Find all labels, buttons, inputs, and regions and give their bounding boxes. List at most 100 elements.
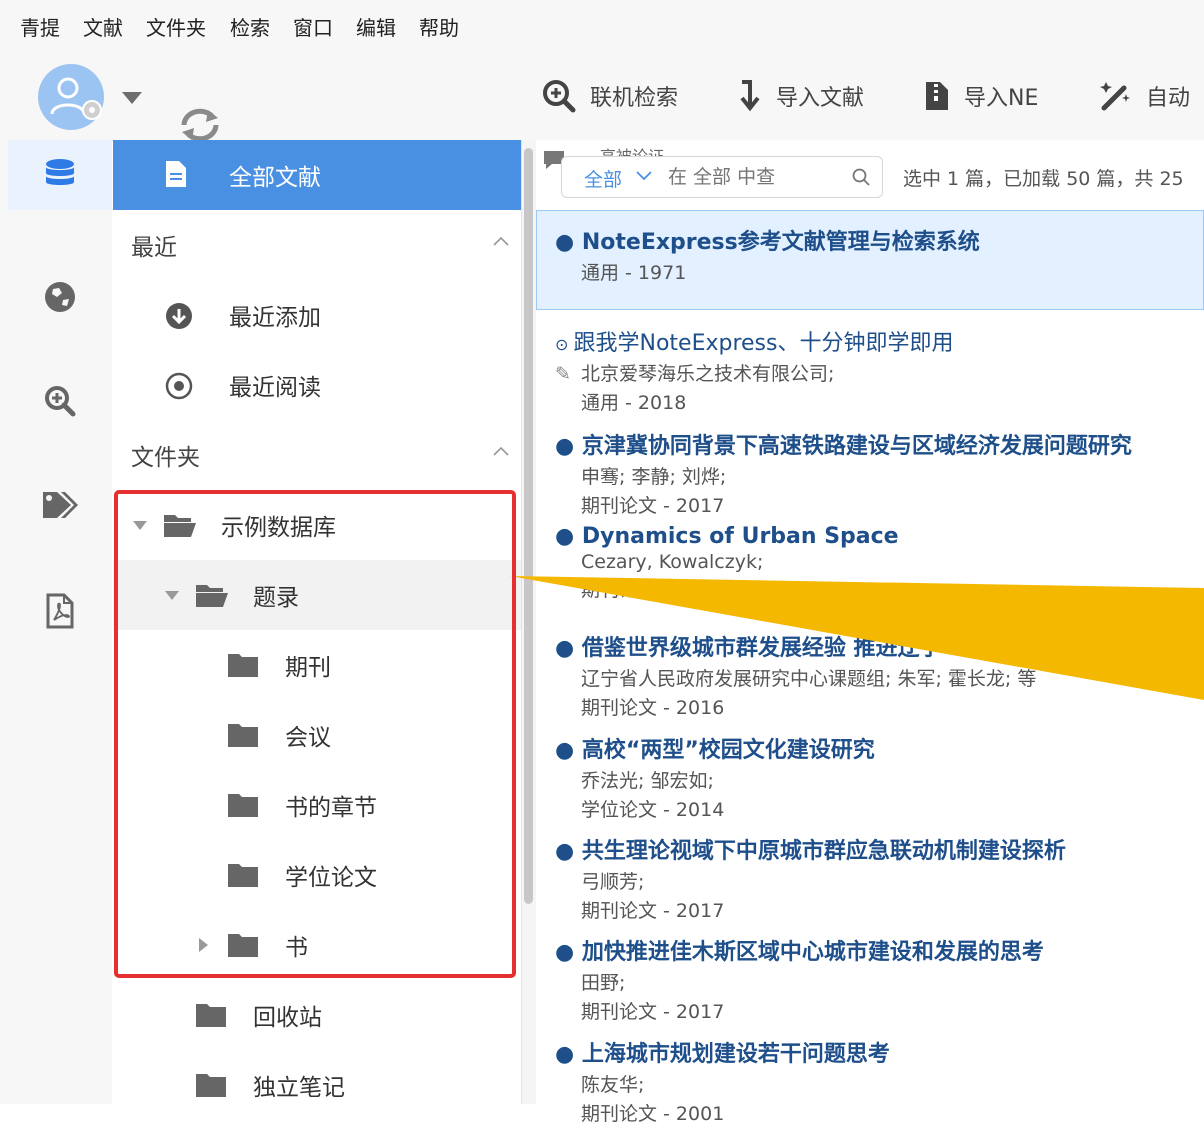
- entry-authors: 乔法光; 邹宏如;: [581, 770, 714, 792]
- zoom-search-icon: [543, 80, 576, 113]
- section-recent-header[interactable]: 最近: [113, 210, 521, 280]
- download-circle-icon: [166, 303, 192, 329]
- caret-down-icon[interactable]: [122, 92, 142, 104]
- search-icon[interactable]: [852, 168, 870, 186]
- list-item[interactable]: ● 共生理论视域下中原城市群应急联动机制建设探析 弓顺芳; 期刊论文 - 201…: [555, 833, 1204, 923]
- list-item[interactable]: ● 京津冀协同背景下高速铁路建设与区域经济发展问题研究 申骞; 李静; 刘烨; …: [555, 428, 1204, 518]
- filter-select[interactable]: 全部: [584, 165, 622, 192]
- list-item[interactable]: ● 上海城市规划建设若干问题思考 陈友华; 期刊论文 - 2001: [555, 1036, 1204, 1126]
- entry-authors-row: ✎ 北京爱琴海乐之技术有限公司;: [555, 363, 835, 385]
- entry-title: ⊙ 跟我学NoteExpress、十分钟即学即用: [555, 331, 954, 356]
- entry-title: ● 借鉴世界级城市群发展经验 推进辽宁: [555, 636, 942, 661]
- bullet-icon: ●: [555, 434, 582, 459]
- user-icon: [50, 77, 102, 120]
- status-text: 选中 1 篇，已加载 50 篇，共 25: [903, 168, 1184, 190]
- entry-title: ● NoteExpress参考文献管理与检索系统: [555, 230, 980, 255]
- menu-search[interactable]: 检索: [230, 12, 270, 41]
- tree-item-label: 学位论文: [285, 865, 377, 891]
- tree-item-label: 回收站: [253, 1005, 322, 1031]
- sync-icon[interactable]: [178, 108, 222, 142]
- avatar[interactable]: [38, 64, 104, 130]
- tree-item-conference[interactable]: 会议: [113, 700, 521, 770]
- toolbar: 联机检索 导入文献 导入NE 自动: [0, 50, 1204, 142]
- tree-item-label: 书的章节: [285, 795, 377, 821]
- search-input[interactable]: [666, 162, 850, 192]
- import-ne-label: 导入NE: [964, 86, 1039, 111]
- entry-title: ● 京津冀协同背景下高速铁路建设与区域经济发展问题研究: [555, 434, 1132, 459]
- tree-item-recent-read[interactable]: 最近阅读: [113, 350, 521, 420]
- menu-references[interactable]: 文献: [83, 12, 123, 41]
- tree-item-recent-added[interactable]: 最近添加: [113, 280, 521, 350]
- entry-title: ● 共生理论视域下中原城市群应急联动机制建设探析: [555, 839, 1066, 864]
- tree-item-all-refs[interactable]: 全部文献: [113, 140, 521, 210]
- tree-item-notes[interactable]: 独立笔记: [113, 1050, 521, 1120]
- hidden-tab-label[interactable]: 高被论证: [600, 146, 664, 156]
- menu-edit[interactable]: 编辑: [356, 12, 396, 41]
- entry-authors: 田野;: [581, 972, 626, 994]
- menu-folder[interactable]: 文件夹: [146, 12, 206, 41]
- list-item[interactable]: ● 借鉴世界级城市群发展经验 推进辽宁 辽宁省人民政府发展研究中心课题组; 朱军…: [555, 630, 1204, 720]
- entry-title: ● 加快推进佳木斯区域中心城市建设和发展的思考: [555, 940, 1044, 965]
- import-refs-button[interactable]: 导入文献: [738, 80, 864, 112]
- tree-item-book[interactable]: 书: [113, 910, 521, 980]
- chevron-up-icon[interactable]: [493, 446, 509, 456]
- entry-meta: 学位论文 - 2014: [581, 799, 725, 821]
- folder-open-icon: [196, 585, 228, 607]
- bullet-icon: ●: [555, 839, 582, 864]
- import-ne-button[interactable]: 导入NE: [924, 80, 1038, 112]
- entry-meta: 通用 - 2018: [581, 392, 687, 414]
- menu-help[interactable]: 帮助: [419, 12, 459, 41]
- rail-pdf-button[interactable]: [8, 576, 112, 646]
- tree-item-label: 最近阅读: [229, 375, 321, 401]
- bullet-icon: ●: [555, 940, 582, 965]
- entry-title: ● 高校“两型”校园文化建设研究: [555, 738, 875, 763]
- folder-icon: [196, 1074, 226, 1097]
- tree-item-thesis[interactable]: 学位论文: [113, 840, 521, 910]
- rail-tags-button[interactable]: [8, 470, 112, 540]
- entry-meta: 期刊论文 - 2017: [581, 1001, 725, 1023]
- database-icon: [46, 159, 74, 185]
- chevron-down-icon[interactable]: [636, 171, 652, 181]
- rail-search-button[interactable]: [8, 366, 112, 436]
- tree-item-label: 会议: [285, 725, 331, 751]
- rail-database-button[interactable]: [8, 140, 112, 210]
- bullet-icon: ●: [555, 1042, 582, 1067]
- tree-item-sample-db[interactable]: 示例数据库: [113, 490, 521, 560]
- caret-down-icon[interactable]: [133, 521, 147, 530]
- menu-qingti[interactable]: 青提: [20, 12, 60, 41]
- online-search-button[interactable]: 联机检索: [542, 80, 678, 113]
- caret-down-icon[interactable]: [165, 591, 179, 600]
- tree-item-journal[interactable]: 期刊: [113, 630, 521, 700]
- list-item[interactable]: ⊙ 跟我学NoteExpress、十分钟即学即用 ✎ 北京爱琴海乐之技术有限公司;…: [555, 325, 1204, 415]
- chevron-up-icon[interactable]: [493, 236, 509, 246]
- list-item[interactable]: ● Dynamics of Urban Space Cezary, Kowalc…: [555, 524, 1204, 602]
- folder-open-icon: [164, 515, 196, 537]
- tree-item-label: 示例数据库: [221, 515, 336, 541]
- bullet-icon: ●: [555, 524, 582, 549]
- menu-window[interactable]: 窗口: [293, 12, 333, 41]
- entry-authors: 辽宁省人民政府发展研究中心课题组; 朱军; 霍长龙; 等: [581, 668, 1037, 690]
- tree-item-book-chapter[interactable]: 书的章节: [113, 770, 521, 840]
- auto-button[interactable]: 自动: [1098, 80, 1190, 112]
- radio-dot-icon: [165, 372, 193, 400]
- list-item[interactable]: ● 高校“两型”校园文化建设研究 乔法光; 邹宏如; 学位论文 - 2014: [555, 732, 1204, 822]
- tree-item-label: 题录: [253, 585, 299, 611]
- menu-bar: 青提 文献 文件夹 检索 窗口 编辑 帮助: [0, 0, 1204, 50]
- section-folders-header[interactable]: 文件夹: [113, 420, 521, 490]
- folder-icon: [196, 1004, 226, 1027]
- tree-item-catalog[interactable]: 题录: [113, 560, 521, 630]
- tree-item-recycle[interactable]: 回收站: [113, 980, 521, 1050]
- tree-scrollbar[interactable]: [524, 148, 533, 904]
- entry-meta: 期刊论文: [581, 579, 658, 601]
- caret-right-icon[interactable]: [199, 938, 208, 952]
- entry-meta: 期刊论文 - 2017: [581, 900, 725, 922]
- entry-meta: 期刊论文 - 2017: [581, 495, 725, 517]
- list-item[interactable]: ● 加快推进佳木斯区域中心城市建设和发展的思考 田野; 期刊论文 - 2017: [555, 934, 1204, 1024]
- auto-label: 自动: [1146, 86, 1191, 111]
- bullet-icon: ●: [555, 738, 582, 763]
- tree-item-label: 书: [285, 935, 308, 961]
- entry-title: ● Dynamics of Urban Space: [555, 524, 899, 549]
- search-box: 全部: [561, 156, 883, 198]
- list-item[interactable]: ● NoteExpress参考文献管理与检索系统 通用 - 1971: [555, 224, 1204, 285]
- rail-online-button[interactable]: [8, 262, 112, 332]
